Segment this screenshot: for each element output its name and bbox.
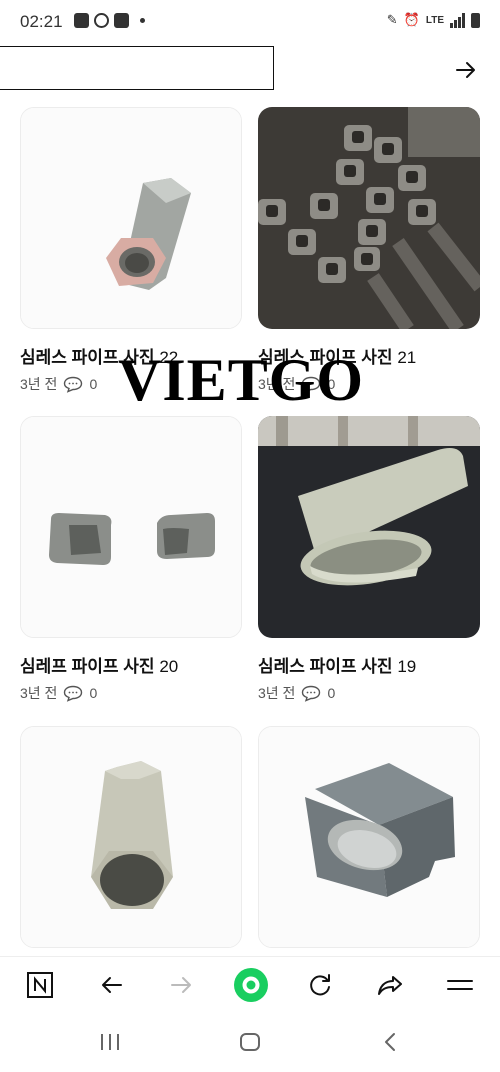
thumbnail-oval-pipe[interactable] xyxy=(258,416,480,638)
battery-icon xyxy=(471,12,480,28)
watermark: VIETGO xyxy=(118,347,365,413)
thumbnail-shaped-profile[interactable] xyxy=(258,726,480,948)
back-icon[interactable] xyxy=(92,957,132,1013)
forward-icon[interactable] xyxy=(161,957,201,1013)
alarm-icon: ⏰ xyxy=(403,12,420,27)
post-time: 3년 전 xyxy=(258,685,296,701)
comment-icon xyxy=(64,685,83,702)
system-nav-bar xyxy=(0,1012,500,1072)
post-meta: 3년 전 0 xyxy=(20,683,97,703)
comment-icon xyxy=(64,376,83,393)
post-title[interactable]: 심레스 파이프 사진 19 xyxy=(258,652,416,677)
thumbnail-hex-tube[interactable] xyxy=(20,726,242,948)
post-time: 3년 전 xyxy=(20,685,58,701)
app-icon xyxy=(114,13,129,28)
refresh-icon[interactable] xyxy=(300,957,340,1013)
notification-icons xyxy=(74,13,145,28)
post-title[interactable]: 심레프 파이프 사진 20 xyxy=(20,652,178,677)
comment-icon xyxy=(302,685,321,702)
post-meta: 3년 전 0 xyxy=(20,374,97,394)
browser-toolbar xyxy=(0,956,500,1013)
menu-icon[interactable] xyxy=(440,957,480,1013)
thumbnail-d-pipes[interactable] xyxy=(20,416,242,638)
system-back-icon[interactable] xyxy=(380,1031,400,1053)
post-time: 3년 전 xyxy=(20,376,58,392)
comment-count: 0 xyxy=(89,685,98,701)
whatsapp-icon xyxy=(94,13,109,28)
status-time: 02:21 xyxy=(20,12,63,31)
thumbnail-hex-pipe[interactable] xyxy=(20,107,242,329)
home-icon[interactable] xyxy=(238,1031,262,1053)
comment-count: 0 xyxy=(327,685,336,701)
status-bar: 02:21 ✎ ⏰ LTE xyxy=(0,0,500,42)
arrow-right-icon[interactable] xyxy=(452,56,480,84)
share-icon[interactable] xyxy=(370,957,410,1013)
green-dot-icon[interactable] xyxy=(231,957,271,1013)
signal-icon xyxy=(450,12,465,28)
more-notifications-icon xyxy=(140,18,145,23)
recent-apps-icon[interactable] xyxy=(98,1032,122,1052)
system-icons: ✎ ⏰ LTE xyxy=(387,12,480,28)
search-input[interactable] xyxy=(0,46,274,90)
network-label: LTE xyxy=(425,14,444,26)
pencil-icon: ✎ xyxy=(386,12,398,27)
thumbnail-square-tubes[interactable] xyxy=(258,107,480,329)
comment-count: 0 xyxy=(89,376,98,392)
image-icon xyxy=(74,13,89,28)
naver-icon[interactable] xyxy=(20,957,60,1013)
post-meta: 3년 전 0 xyxy=(258,683,335,703)
